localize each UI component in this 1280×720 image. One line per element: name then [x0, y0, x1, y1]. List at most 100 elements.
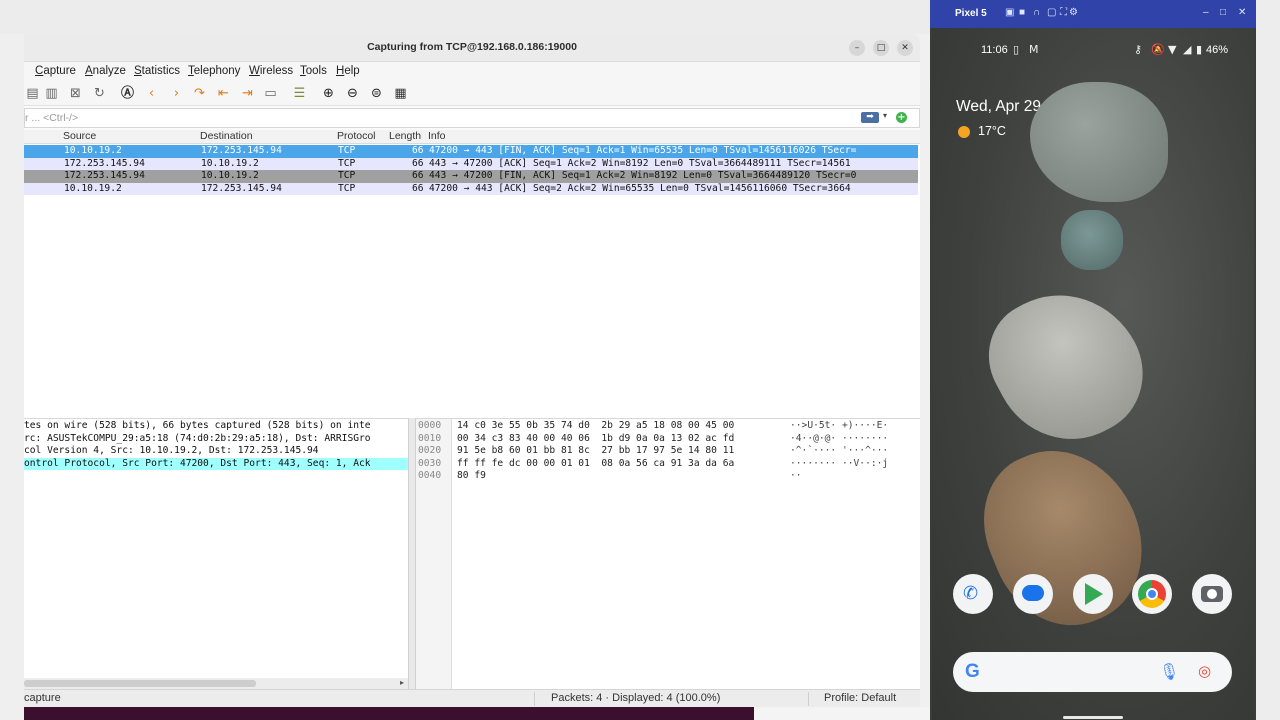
android-emulator: Pixel 5 ▣ ■ ∩ ▢ ⛶ ⚙ – □ ✕ 11:06 ▯ M ⚷ 🔕 … [930, 0, 1256, 720]
apply-filter-icon[interactable]: ➡ [861, 112, 879, 123]
packet-row[interactable]: 10.10.19.2 172.253.145.94 TCP 66 47200 →… [24, 145, 918, 158]
record-icon[interactable]: ■ [1019, 7, 1025, 18]
scroll-right-icon[interactable]: ▸ [400, 678, 404, 687]
status-profile[interactable]: Profile: Default [824, 692, 896, 704]
find-packet-icon[interactable]: Ⓐ [119, 85, 136, 102]
menu-statistics[interactable]: Statistics [134, 65, 180, 77]
scrollbar-thumb[interactable] [24, 680, 256, 687]
cell-protocol: TCP [338, 182, 356, 194]
desktop-top-area [0, 0, 930, 34]
menu-telephony[interactable]: Telephony [188, 65, 240, 77]
bytes-ascii: ·· [790, 470, 802, 481]
display-filter-bar[interactable]: r ... <Ctrl-/> ➡ ▾ + [24, 108, 920, 128]
column-info[interactable]: Info [428, 130, 446, 142]
status-packets: Packets: 4 · Displayed: 4 (100.0%) [551, 692, 721, 704]
bytes-hex: 91 5e b8 60 01 bb 81 8c 27 bb 17 97 5e 1… [457, 445, 735, 456]
phone-screen: 11:06 ▯ M ⚷ 🔕 ▼ ◢ ▮ 46% Wed, Apr 29 17°C… [932, 28, 1254, 720]
headset-icon[interactable]: ∩ [1033, 7, 1040, 18]
detail-frame[interactable]: tes on wire (528 bits), 66 bytes capture… [24, 420, 371, 433]
open-recent-icon[interactable]: ▥ [43, 85, 60, 102]
menu-capture[interactable]: Capture [35, 65, 76, 77]
zoom-out-icon[interactable]: ⊖ [344, 85, 361, 102]
google-logo-icon: G [965, 661, 980, 682]
menu-bar: Capture Analyze Statistics Telephony Wir… [24, 62, 920, 82]
phone-app-icon[interactable]: ✆ [953, 574, 993, 614]
packet-row[interactable]: 10.10.19.2 172.253.145.94 TCP 66 47200 →… [24, 182, 918, 195]
bytes-hex: 00 34 c3 83 40 00 40 06 1b d9 0a 0a 13 0… [457, 432, 735, 444]
cell-length: 66 [412, 170, 424, 181]
close-file-icon[interactable]: ⊠ [67, 85, 84, 102]
menu-help[interactable]: Help [336, 65, 360, 77]
go-to-packet-icon[interactable]: ↷ [191, 85, 208, 102]
cell-protocol: TCP [338, 145, 356, 156]
menu-analyze[interactable]: Analyze [85, 65, 126, 77]
bytes-ascii: ········ ··V··:·j [790, 457, 889, 469]
gesture-bar[interactable] [1063, 716, 1123, 719]
menu-tools[interactable]: Tools [300, 65, 327, 77]
column-length[interactable]: Length [389, 130, 421, 142]
bytes-offset: 0030 [418, 457, 442, 469]
column-source[interactable]: Source [63, 130, 96, 142]
bytes-ascii: ··>U·5t· +)····E· [790, 420, 889, 431]
cell-protocol: TCP [338, 157, 356, 169]
packet-details-pane[interactable]: tes on wire (528 bits), 66 bytes capture… [24, 418, 408, 690]
settings-icon[interactable]: ⚙ [1069, 7, 1078, 18]
packet-row[interactable]: 172.253.145.94 10.10.19.2 TCP 66 443 → 4… [24, 157, 918, 170]
detail-ip[interactable]: col Version 4, Src: 10.10.19.2, Dst: 172… [24, 445, 319, 458]
reload-icon[interactable]: ↻ [91, 85, 108, 102]
wallpaper-stone [962, 426, 1166, 648]
cell-info: 47200 → 443 [FIN, ACK] Seq=1 Ack=1 Win=6… [429, 145, 857, 156]
filter-dropdown-icon[interactable]: ▾ [883, 111, 887, 120]
emulator-maximize-icon[interactable]: □ [1220, 7, 1226, 18]
wallpaper-stone [969, 266, 1165, 466]
last-packet-icon[interactable]: ⇥ [239, 85, 256, 102]
bytes-offset: 0040 [418, 470, 442, 481]
wifi-icon: ▼ [1168, 43, 1177, 56]
details-horizontal-scrollbar[interactable]: ▸ [24, 678, 408, 689]
emulator-close-icon[interactable]: ✕ [1238, 7, 1246, 18]
go-back-icon[interactable]: ‹ [143, 85, 160, 102]
bytes-ascii: ·4··@·@· ········ [790, 432, 889, 444]
resize-columns-icon[interactable]: ▦ [392, 85, 409, 102]
microphone-icon[interactable]: 🎙 [1159, 662, 1179, 681]
wireshark-window: Capturing from TCP@192.168.0.186:19000 –… [24, 34, 920, 707]
fullscreen-icon[interactable]: ⛶ [1060, 7, 1067, 18]
autoscroll-icon[interactable]: ▭ [262, 85, 279, 102]
messages-app-icon[interactable] [1013, 574, 1053, 614]
emulator-titlebar[interactable]: Pixel 5 ▣ ■ ∩ ▢ ⛶ ⚙ – □ ✕ [930, 0, 1256, 28]
cell-length: 66 [412, 157, 424, 169]
packet-row[interactable]: 172.253.145.94 10.10.19.2 TCP 66 443 → 4… [24, 170, 918, 183]
packet-bytes-pane[interactable]: 0000 14 c0 3e 55 0b 35 74 d0 2b 29 a5 18… [416, 418, 920, 691]
close-button[interactable]: ✕ [897, 40, 913, 56]
emulator-minimize-icon[interactable]: – [1203, 7, 1209, 18]
play-store-app-icon[interactable] [1073, 574, 1113, 614]
add-filter-button-icon[interactable]: + [896, 112, 907, 123]
pane-splitter[interactable] [408, 418, 416, 690]
display-icon[interactable]: ▢ [1047, 7, 1056, 18]
battery-icon: ▮ [1196, 43, 1203, 56]
sun-icon [958, 126, 970, 138]
desktop-left-edge [0, 34, 24, 720]
zoom-in-icon[interactable]: ⊕ [320, 85, 337, 102]
normal-size-icon[interactable]: ⊜ [368, 85, 385, 102]
screenshot-icon[interactable]: ▣ [1005, 7, 1014, 18]
column-destination[interactable]: Destination [200, 130, 253, 142]
first-packet-icon[interactable]: ⇤ [215, 85, 232, 102]
minimize-button[interactable]: – [849, 40, 865, 56]
camera-app-icon[interactable] [1192, 574, 1232, 614]
chrome-app-icon[interactable] [1132, 574, 1172, 614]
go-forward-icon[interactable]: › [168, 85, 185, 102]
detail-ethernet[interactable]: rc: ASUSTekCOMPU_29:a5:18 (74:d0:2b:29:a… [24, 433, 371, 446]
menu-wireless[interactable]: Wireless [249, 65, 293, 77]
weather-temperature[interactable]: 17°C [978, 124, 1006, 138]
wallpaper-stone [1061, 210, 1123, 270]
lens-icon[interactable]: ◎ [1198, 662, 1211, 680]
window-titlebar[interactable]: Capturing from TCP@192.168.0.186:19000 –… [24, 34, 920, 62]
google-search-bar[interactable]: G 🎙 ◎ [953, 652, 1232, 692]
colorize-icon[interactable]: ☰ [291, 85, 308, 102]
maximize-button[interactable]: □ [873, 40, 889, 56]
column-protocol[interactable]: Protocol [337, 130, 376, 142]
at-a-glance-date[interactable]: Wed, Apr 29 [956, 98, 1041, 116]
detail-tcp[interactable]: ontrol Protocol, Src Port: 47200, Dst Po… [24, 457, 408, 470]
save-file-icon[interactable]: ▤ [24, 85, 41, 102]
